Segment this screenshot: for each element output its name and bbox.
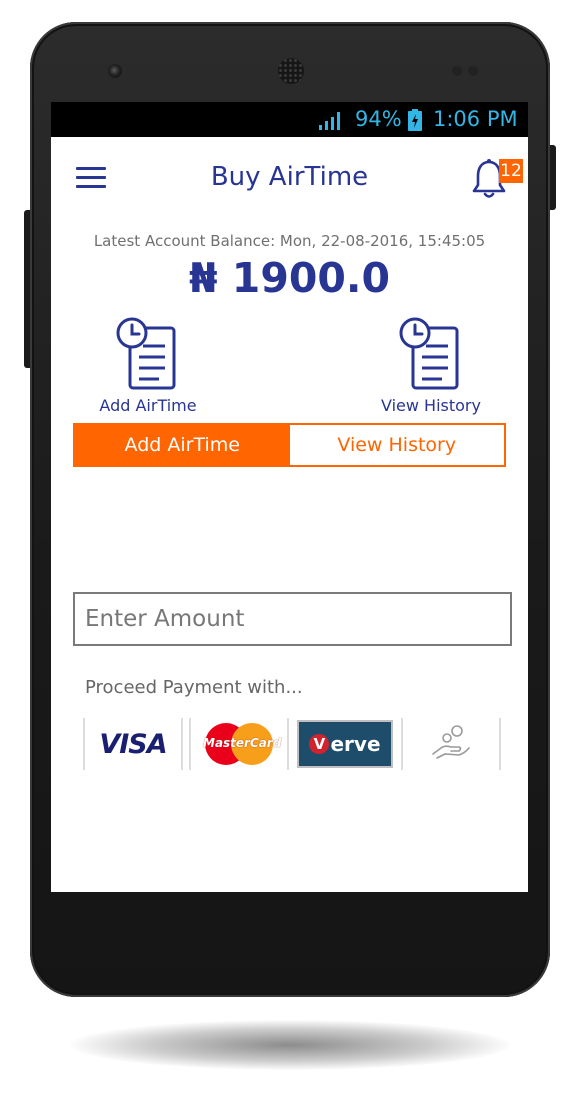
visa-button[interactable]: VISA <box>83 718 183 770</box>
visa-logo: VISA <box>99 728 167 760</box>
verve-logo: Verve <box>297 720 393 768</box>
earpiece-speaker <box>278 58 304 84</box>
balance-label: Latest Account Balance: Mon, 22-08-2016,… <box>93 232 486 250</box>
signal-icon <box>319 112 340 130</box>
front-camera <box>108 64 122 78</box>
view-history-shortcut[interactable]: View History <box>356 316 506 415</box>
mastercard-logo: MasterCard <box>203 722 282 766</box>
proximity-sensor <box>452 66 462 76</box>
hand-coins-icon <box>432 725 470 759</box>
tab-view-history[interactable]: View History <box>289 425 504 465</box>
clock-document-icon <box>116 317 176 390</box>
notification-badge: 12 <box>499 159 523 183</box>
proceed-payment-label: Proceed Payment with... <box>85 677 303 698</box>
battery-charging-icon <box>408 109 422 131</box>
mastercard-button[interactable]: MasterCard <box>189 718 289 770</box>
light-sensor <box>468 66 478 76</box>
add-airtime-shortcut-label: Add AirTime <box>99 396 197 415</box>
phone-shadow <box>70 1020 510 1070</box>
tab-bar: Add AirTime View History <box>73 423 506 467</box>
view-history-shortcut-label: View History <box>381 396 481 415</box>
screen: 94% 1:06 PM Buy AirTime 12 Latest Accoun… <box>51 102 528 892</box>
verve-button[interactable]: Verve <box>295 718 395 770</box>
status-time: 1:06 PM <box>433 107 518 131</box>
battery-percentage: 94% <box>355 107 402 131</box>
mastercard-logo-text: MasterCard <box>203 736 282 750</box>
add-airtime-shortcut[interactable]: Add AirTime <box>73 316 223 415</box>
amount-input[interactable] <box>73 592 512 646</box>
payment-methods: VISA MasterCard Verve <box>83 718 503 770</box>
cash-payment-button[interactable] <box>401 718 501 770</box>
balance-amount: ₦ 1900.0 <box>188 254 391 302</box>
page-title: Buy AirTime <box>210 162 369 192</box>
tab-add-airtime[interactable]: Add AirTime <box>75 425 290 465</box>
status-bar: 94% 1:06 PM <box>51 102 528 137</box>
clock-document-icon <box>399 317 459 390</box>
